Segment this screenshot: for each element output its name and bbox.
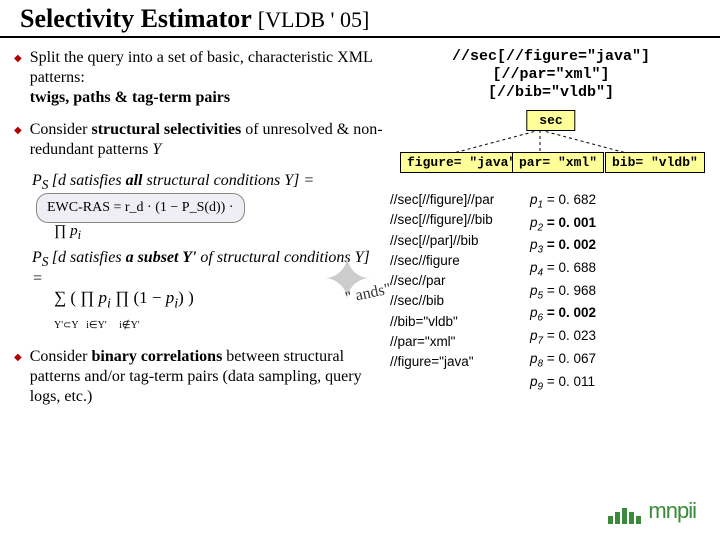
value-cell: p9 = 0. 011 — [530, 372, 712, 395]
bullet-icon: ◆ — [14, 125, 22, 160]
path-cell: //sec//bib — [390, 291, 530, 311]
tree-leaf-figure: figure= "java" — [400, 152, 523, 173]
selectivity-table: //sec[//figure]//par //sec[//figure]//bi… — [390, 190, 712, 394]
tree-root: sec — [526, 110, 575, 131]
path-cell: //sec[//figure]//par — [390, 190, 530, 210]
xquery-code: //sec[//figure="java"] [//par="xml"] [//… — [390, 48, 712, 102]
page-title: Selectivity Estimator [VLDB ' 05] — [20, 4, 700, 34]
path-cell: //sec//par — [390, 271, 530, 291]
table-values: p1 = 0. 682 p2 = 0. 001 p3 = 0. 002 p4 =… — [530, 190, 712, 394]
bullet-2: ◆ Consider structural selectivities of u… — [14, 120, 384, 160]
value-cell: p6 = 0. 002 — [530, 303, 712, 326]
bullet-2-text: Consider structural selectivities of unr… — [30, 120, 384, 160]
bullet-icon: ◆ — [14, 352, 22, 407]
bullet-icon: ◆ — [14, 53, 22, 108]
path-cell: //bib="vldb" — [390, 312, 530, 332]
value-cell: p8 = 0. 067 — [530, 349, 712, 372]
right-column: //sec[//figure="java"] [//par="xml"] [//… — [384, 48, 712, 419]
value-cell: p3 = 0. 002 — [530, 235, 712, 258]
path-cell: //sec[//par]//bib — [390, 231, 530, 251]
formula-box: EWC-RAS = r_d · (1 − P_S(d)) · — [36, 193, 245, 223]
ps-all: PS [d satisfies all structural condition… — [32, 172, 384, 243]
bullet-1-text: Split the query into a set of basic, cha… — [30, 48, 384, 108]
value-cell: p4 = 0. 688 — [530, 258, 712, 281]
logo-bars-icon — [608, 498, 643, 523]
path-cell: //sec//figure — [390, 251, 530, 271]
value-cell: p7 = 0. 023 — [530, 326, 712, 349]
logo-text: mnpii — [648, 498, 696, 523]
left-column: ◆ Split the query into a set of basic, c… — [14, 48, 384, 419]
path-cell: //par="xml" — [390, 332, 530, 352]
path-cell: //figure="java" — [390, 352, 530, 372]
bullet-1: ◆ Split the query into a set of basic, c… — [14, 48, 384, 108]
value-cell: p5 = 0. 968 — [530, 281, 712, 304]
title-main: Selectivity Estimator — [20, 4, 251, 33]
value-cell: p1 = 0. 682 — [530, 190, 712, 213]
content: ◆ Split the query into a set of basic, c… — [0, 38, 720, 419]
tree-diagram: sec figure= "java" par= "xml" bib= "vldb… — [390, 110, 712, 180]
bullet-3: ◆ Consider binary correlations between s… — [14, 347, 384, 407]
title-ref: [VLDB ' 05] — [258, 7, 370, 32]
table-paths: //sec[//figure]//par //sec[//figure]//bi… — [390, 190, 530, 394]
mpii-logo: mnpii — [608, 498, 696, 524]
value-cell: p2 = 0. 001 — [530, 213, 712, 236]
prod-pi: ∏ pi — [54, 223, 384, 243]
bullet-3-text: Consider binary correlations between str… — [30, 347, 384, 407]
title-bar: Selectivity Estimator [VLDB ' 05] — [0, 0, 720, 38]
path-cell: //sec[//figure]//bib — [390, 210, 530, 230]
tree-leaf-par: par= "xml" — [512, 152, 604, 173]
tree-leaf-bib: bib= "vldb" — [605, 152, 705, 173]
